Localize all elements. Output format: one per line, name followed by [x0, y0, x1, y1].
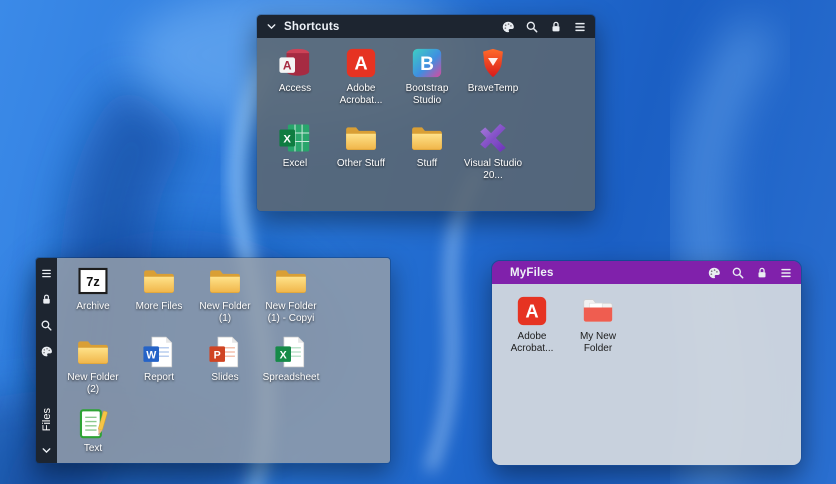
lock-icon[interactable]: [755, 266, 769, 280]
folder-icon: [274, 264, 308, 298]
icon-label: BraveTemp: [467, 83, 519, 94]
icon-label: Report: [143, 372, 174, 383]
icon-label: Other Stuff: [336, 158, 386, 169]
powerpoint-icon: [208, 335, 242, 369]
menu-icon[interactable]: [573, 20, 587, 34]
chevron-down-icon[interactable]: [40, 444, 53, 457]
folder-icon: [208, 264, 242, 298]
desktop: { "wallpaper": { "base_color": "#2673d6"…: [0, 0, 836, 484]
shortcut-excel[interactable]: Excel: [263, 121, 327, 182]
search-icon[interactable]: [40, 319, 53, 332]
icon-label: New Folder (1): [199, 301, 251, 324]
chevron-down-icon[interactable]: [265, 20, 278, 33]
palette-icon[interactable]: [501, 20, 515, 34]
shortcut-visual-studio[interactable]: Visual Studio 20...: [461, 121, 525, 182]
icon-label: Visual Studio 20...: [463, 158, 523, 181]
myfiles-body: Adobe Acrobat... My New Folder: [492, 284, 801, 465]
shortcut-access[interactable]: Access: [263, 46, 327, 107]
folder-icon: [142, 264, 176, 298]
folder-icon: [410, 121, 444, 155]
file-more-files[interactable]: More Files: [127, 264, 191, 325]
lock-icon[interactable]: [549, 20, 563, 34]
icon-label: Excel: [282, 158, 308, 169]
shortcut-bravetemp[interactable]: BraveTemp: [461, 46, 525, 107]
word-icon: [142, 335, 176, 369]
shortcuts-window: Shortcuts Access Adobe Acrobat... Bootst…: [256, 14, 596, 212]
icon-label: Slides: [211, 372, 239, 383]
icon-label: Stuff: [416, 158, 438, 169]
acrobat-icon: [344, 46, 378, 80]
file-spreadsheet[interactable]: Spreadsheet: [259, 335, 323, 396]
shortcuts-body: Access Adobe Acrobat... Bootstrap Studio…: [257, 38, 595, 211]
icon-label: Text: [83, 443, 103, 454]
lock-icon[interactable]: [40, 293, 53, 306]
file-report[interactable]: Report: [127, 335, 191, 396]
menu-icon[interactable]: [40, 267, 53, 280]
acrobat-icon: [515, 294, 549, 328]
myfiles-window: MyFiles Adobe Acrobat... My New Folder: [491, 260, 802, 466]
excel-icon: [278, 121, 312, 155]
icon-label: My New Folder: [579, 331, 617, 354]
search-icon[interactable]: [525, 20, 539, 34]
palette-icon[interactable]: [40, 345, 53, 358]
shortcut-adobe-acrobat[interactable]: Adobe Acrobat...: [329, 46, 393, 107]
file-text[interactable]: Text: [61, 406, 125, 455]
shortcut-bootstrap-studio[interactable]: Bootstrap Studio: [395, 46, 459, 107]
window-title: MyFiles: [510, 266, 554, 279]
palette-icon[interactable]: [707, 266, 721, 280]
search-icon[interactable]: [731, 266, 745, 280]
files-sidebar: Files: [36, 258, 57, 463]
files-window: Files Archive More Files New Folder (1) …: [35, 257, 391, 464]
7zip-icon: [76, 264, 110, 298]
window-title: Files: [40, 407, 53, 431]
icon-label: Spreadsheet: [262, 372, 320, 383]
file-new-folder-1[interactable]: New Folder (1): [193, 264, 257, 325]
folder-icon: [344, 121, 378, 155]
red-folder-icon: [581, 294, 615, 328]
access-icon: [278, 46, 312, 80]
icon-label: Bootstrap Studio: [405, 83, 449, 106]
icon-label: Adobe Acrobat...: [510, 331, 554, 354]
window-title: Shortcuts: [284, 20, 340, 33]
shortcuts-titlebar: Shortcuts: [257, 15, 595, 38]
menu-icon[interactable]: [779, 266, 793, 280]
shortcut-other-stuff[interactable]: Other Stuff: [329, 121, 393, 182]
excel-file-icon: [274, 335, 308, 369]
file-new-folder-2[interactable]: New Folder (2): [61, 335, 125, 396]
brave-icon: [476, 46, 510, 80]
files-body: Archive More Files New Folder (1) New Fo…: [57, 258, 390, 463]
file-new-folder-1-copy[interactable]: New Folder (1) - Copyi: [259, 264, 323, 325]
icon-label: New Folder (2): [67, 372, 119, 395]
icon-label: Access: [278, 83, 312, 94]
icon-label: Adobe Acrobat...: [339, 83, 383, 106]
myfiles-titlebar: MyFiles: [492, 261, 801, 284]
visual-studio-icon: [476, 121, 510, 155]
folder-icon: [76, 335, 110, 369]
myfiles-adobe-acrobat[interactable]: Adobe Acrobat...: [500, 294, 564, 355]
icon-label: Archive: [76, 301, 110, 312]
file-slides[interactable]: Slides: [193, 335, 257, 396]
file-archive[interactable]: Archive: [61, 264, 125, 325]
bootstrap-studio-icon: [410, 46, 444, 80]
myfiles-my-new-folder[interactable]: My New Folder: [566, 294, 630, 355]
shortcut-stuff[interactable]: Stuff: [395, 121, 459, 182]
notepad-icon: [76, 406, 110, 440]
icon-label: More Files: [135, 301, 183, 312]
icon-label: New Folder (1) - Copyi: [265, 301, 317, 324]
